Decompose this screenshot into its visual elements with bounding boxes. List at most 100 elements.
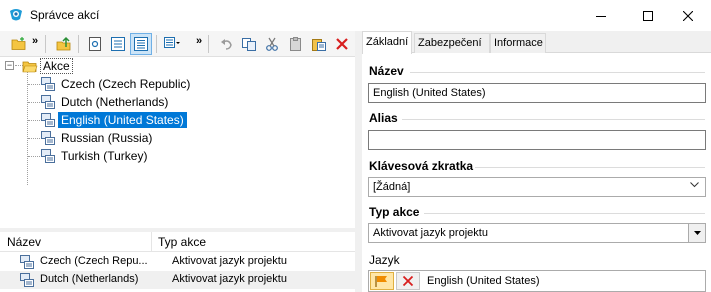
delete-icon	[336, 38, 348, 50]
tree-item-label: Turkish (Turkey)	[61, 149, 148, 163]
caret-down-icon	[693, 231, 701, 235]
tree-root-label: Akce	[40, 58, 73, 74]
new-folder-button[interactable]	[8, 33, 30, 55]
action-tree: − Akce Czech (Czech Republic) Dutch (Net…	[0, 57, 355, 257]
properties-panel: Základní Zabezpečení Informace Název Eng…	[362, 31, 711, 292]
tree-connector	[28, 102, 40, 103]
overflow-chevron-icon[interactable]: »	[32, 35, 38, 47]
language-picker[interactable]: English (United States)	[368, 270, 706, 292]
toolbar-separator	[45, 35, 46, 53]
tree-connector	[28, 156, 40, 157]
title-bar: Správce akcí	[0, 0, 711, 31]
name-field[interactable]: English (United States)	[368, 83, 706, 103]
flag-icon	[375, 276, 387, 287]
alias-field[interactable]	[368, 130, 706, 150]
paste-button[interactable]	[285, 33, 307, 55]
alias-label: Alias	[369, 111, 398, 125]
move-up-icon	[56, 36, 71, 51]
view-preview-button[interactable]	[84, 33, 106, 55]
column-separator[interactable]	[151, 232, 152, 252]
tab-informace[interactable]: Informace	[490, 33, 546, 53]
vertical-splitter[interactable]	[355, 31, 362, 292]
tree-item-turkish[interactable]: Turkish (Turkey)	[40, 147, 150, 165]
action-type-label: Typ akce	[369, 205, 420, 219]
close-icon	[683, 10, 693, 21]
language-label: Jazyk	[369, 253, 400, 267]
clear-language-button[interactable]	[396, 272, 420, 290]
tree-connector	[28, 84, 40, 85]
app-icon	[10, 9, 22, 21]
shortcut-dropdown[interactable]: [Žádná]	[368, 177, 706, 197]
action-type-dropdown[interactable]: Aktivovat jazyk projektu	[368, 223, 706, 243]
toolbar-separator	[156, 35, 157, 53]
layout-icon	[164, 37, 180, 48]
tree-item-label: Czech (Czech Republic)	[61, 77, 191, 91]
folder-open-icon	[22, 61, 38, 73]
language-action-icon	[41, 95, 55, 109]
column-header-type[interactable]: Typ akce	[158, 235, 206, 249]
language-action-icon	[41, 77, 55, 91]
group-divider	[410, 72, 705, 73]
language-action-icon	[41, 149, 55, 163]
list-cell-name: Dutch (Netherlands)	[40, 273, 139, 285]
tree-item-dutch[interactable]: Dutch (Netherlands)	[40, 93, 171, 111]
paste-icon	[290, 37, 301, 51]
undo-icon	[221, 39, 232, 50]
view-details-button[interactable]	[130, 33, 152, 55]
group-divider	[424, 213, 705, 214]
view-list-button[interactable]	[107, 33, 129, 55]
move-up-button[interactable]	[53, 33, 75, 55]
toolbar-separator	[208, 35, 209, 53]
list-row[interactable]: Czech (Czech Repu... Aktivovat jazyk pro…	[0, 253, 355, 271]
tree-item-label: Russian (Russia)	[61, 131, 153, 145]
view-list-icon	[111, 37, 125, 51]
chevron-down-icon	[690, 182, 699, 188]
cut-button[interactable]	[261, 33, 283, 55]
left-panel: » » − Akce Czech (Czech Republic) Dutch …	[0, 31, 355, 292]
shortcut-label: Klávesová zkratka	[369, 159, 474, 173]
tree-item-czech[interactable]: Czech (Czech Republic)	[40, 75, 193, 93]
window-title: Správce akcí	[30, 8, 100, 22]
copy-icon	[242, 38, 256, 51]
tree-root-akce[interactable]: Akce	[22, 57, 73, 75]
group-divider	[402, 119, 705, 120]
action-type-value: Aktivovat jazyk projektu	[373, 227, 488, 239]
layout-button[interactable]	[161, 33, 183, 55]
overflow-chevron-icon[interactable]: »	[196, 35, 202, 47]
minimize-icon	[596, 15, 606, 17]
column-header-name[interactable]: Název	[7, 235, 41, 249]
tree-item-label: Dutch (Netherlands)	[61, 95, 169, 109]
list-row[interactable]: Dutch (Netherlands) Aktivovat jazyk proj…	[0, 271, 355, 289]
list-cell-type: Aktivovat jazyk projektu	[172, 255, 287, 267]
shortcut-value: [Žádná]	[373, 181, 411, 193]
name-label: Název	[369, 64, 404, 78]
collapse-toggle[interactable]: −	[5, 61, 14, 70]
view-details-icon	[134, 37, 148, 51]
list-cell-type: Aktivovat jazyk projektu	[172, 273, 287, 285]
close-button[interactable]	[665, 0, 711, 31]
cut-icon	[266, 37, 278, 51]
language-flag-button[interactable]	[370, 272, 394, 290]
tab-zakladni[interactable]: Základní	[362, 31, 412, 54]
dropdown-button[interactable]	[688, 224, 705, 242]
tree-item-english[interactable]: English (United States)	[40, 111, 187, 129]
language-action-icon	[20, 273, 34, 287]
toolbar: » »	[0, 31, 355, 57]
undo-button[interactable]	[216, 33, 238, 55]
tree-connector	[28, 120, 40, 121]
tab-zabezpeceni[interactable]: Zabezpečení	[414, 33, 490, 53]
delete-icon	[402, 275, 414, 287]
language-value: English (United States)	[427, 275, 540, 287]
language-action-icon	[41, 113, 55, 127]
new-folder-icon	[11, 37, 26, 50]
delete-button[interactable]	[331, 33, 353, 55]
paste-special-button[interactable]	[308, 33, 330, 55]
tree-item-russian[interactable]: Russian (Russia)	[40, 129, 155, 147]
minimize-button[interactable]	[578, 0, 624, 31]
copy-button[interactable]	[238, 33, 260, 55]
tab-strip: Základní Zabezpečení Informace	[362, 31, 711, 54]
tree-connector	[28, 138, 40, 139]
maximize-icon	[643, 10, 653, 21]
language-action-icon	[20, 255, 34, 269]
tree-item-label: English (United States)	[58, 112, 187, 128]
